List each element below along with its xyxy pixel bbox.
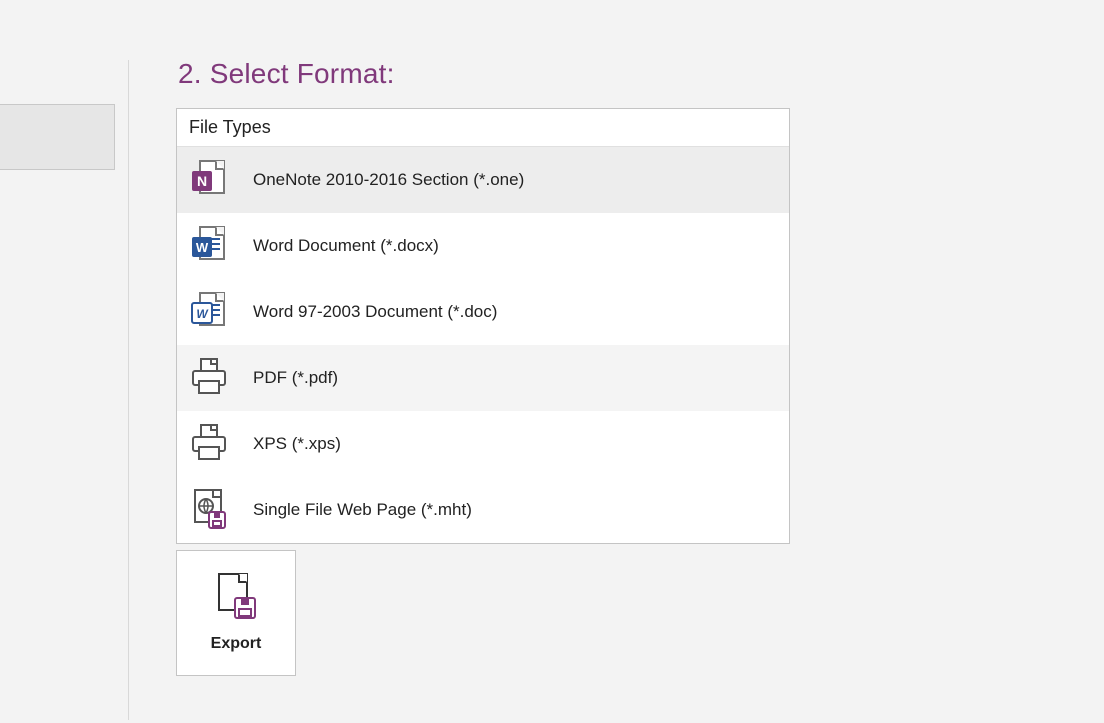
export-file-save-icon (212, 573, 260, 621)
word-docx-icon: W (187, 224, 231, 268)
web-page-save-icon (187, 488, 231, 532)
file-type-onenote-section[interactable]: N OneNote 2010-2016 Section (*.one) (177, 147, 789, 213)
file-types-list: File Types N OneNote 2010-2016 Section (… (176, 108, 790, 544)
export-button-label: Export (211, 635, 262, 653)
file-types-header: File Types (177, 109, 789, 147)
svg-text:W: W (196, 307, 209, 321)
file-type-label: XPS (*.xps) (231, 434, 341, 454)
word-doc-icon: W (187, 290, 231, 334)
vertical-divider (128, 60, 129, 720)
svg-text:W: W (196, 240, 209, 255)
file-type-word-doc[interactable]: W Word 97-2003 Document (*.doc) (177, 279, 789, 345)
file-type-mht[interactable]: Single File Web Page (*.mht) (177, 477, 789, 543)
panel-heading: 2. Select Format: (178, 58, 1076, 90)
printer-icon (187, 422, 231, 466)
file-type-word-docx[interactable]: W Word Document (*.docx) (177, 213, 789, 279)
select-format-panel: 2. Select Format: File Types N OneNote 2… (176, 58, 1076, 676)
file-type-label: OneNote 2010-2016 Section (*.one) (231, 170, 524, 190)
file-type-label: Word Document (*.docx) (231, 236, 439, 256)
file-type-label: Single File Web Page (*.mht) (231, 500, 472, 520)
file-type-label: Word 97-2003 Document (*.doc) (231, 302, 497, 322)
file-type-xps[interactable]: XPS (*.xps) (177, 411, 789, 477)
export-button[interactable]: Export (176, 550, 296, 676)
svg-text:N: N (197, 173, 207, 189)
printer-icon (187, 356, 231, 400)
onenote-file-icon: N (187, 158, 231, 202)
file-type-pdf[interactable]: PDF (*.pdf) (177, 345, 789, 411)
file-type-label: PDF (*.pdf) (231, 368, 338, 388)
left-truncated-button[interactable] (0, 104, 115, 170)
